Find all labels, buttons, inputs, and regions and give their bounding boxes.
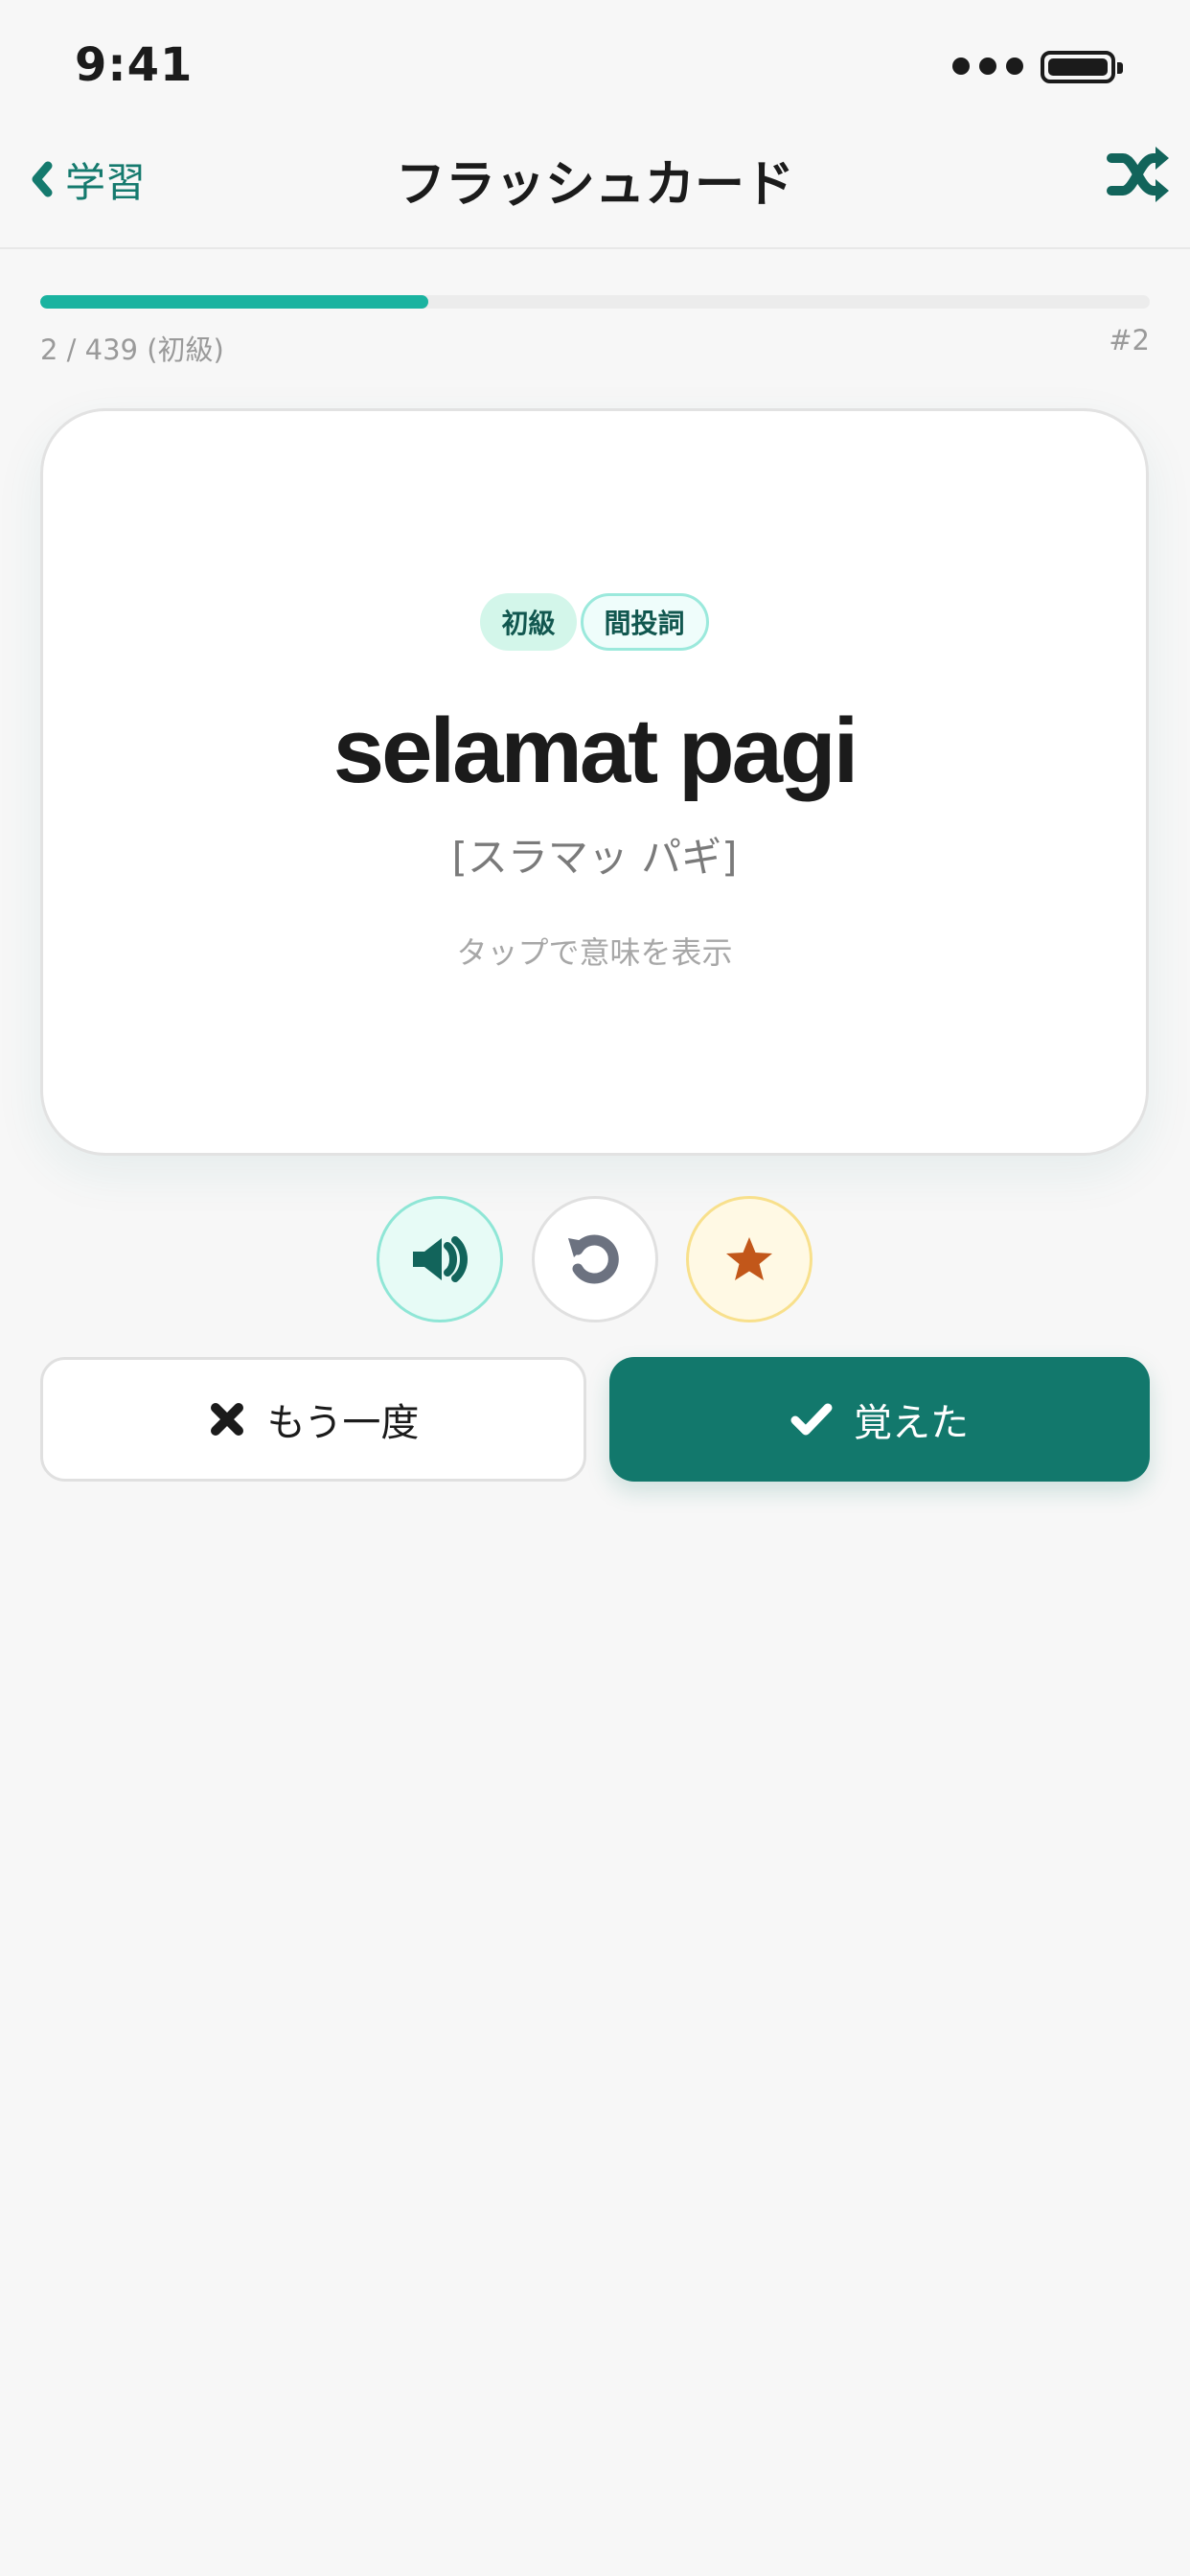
- progress-label: 2 / 439 (初級): [40, 334, 224, 366]
- battery-icon: [1041, 51, 1123, 83]
- check-icon: [790, 1403, 833, 1436]
- learned-button[interactable]: 覚えた: [609, 1357, 1150, 1482]
- play-audio-button[interactable]: [377, 1196, 503, 1322]
- status-bar: 9:41: [0, 0, 1190, 125]
- tap-hint: タップで意味を表示: [456, 934, 733, 971]
- flip-card-button[interactable]: [532, 1196, 658, 1322]
- signal-icon: [952, 58, 1023, 75]
- rotate-icon: [568, 1234, 619, 1284]
- x-icon: [210, 1403, 243, 1436]
- speaker-icon: [413, 1236, 468, 1282]
- tag-row: 初級 間投詞: [43, 593, 1146, 651]
- nav-bar: 学習 フラッシュカード: [0, 125, 1190, 249]
- progress-fill: [40, 295, 429, 309]
- shuffle-icon: [1107, 147, 1169, 202]
- progress-bar: [40, 295, 1150, 309]
- flashcard[interactable]: 初級 間投詞 selamat pagi [スラマッ パギ] タップで意味を表示: [40, 408, 1149, 1156]
- again-label: もう一度: [266, 1401, 420, 1445]
- favorite-button[interactable]: [686, 1196, 812, 1322]
- shuffle-button[interactable]: [1106, 141, 1173, 208]
- again-button[interactable]: もう一度: [40, 1357, 586, 1482]
- card-number: #2: [1109, 324, 1150, 356]
- card-word: selamat pagi: [332, 700, 859, 802]
- part-of-speech-tag: 間投詞: [580, 593, 709, 651]
- status-time: 9:41: [75, 38, 194, 92]
- star-icon: [726, 1237, 772, 1280]
- learned-label: 覚えた: [854, 1401, 969, 1445]
- page-title: フラッシュカード: [395, 156, 794, 214]
- card-reading: [スラマッ パギ]: [451, 834, 738, 881]
- level-tag: 初級: [480, 593, 577, 651]
